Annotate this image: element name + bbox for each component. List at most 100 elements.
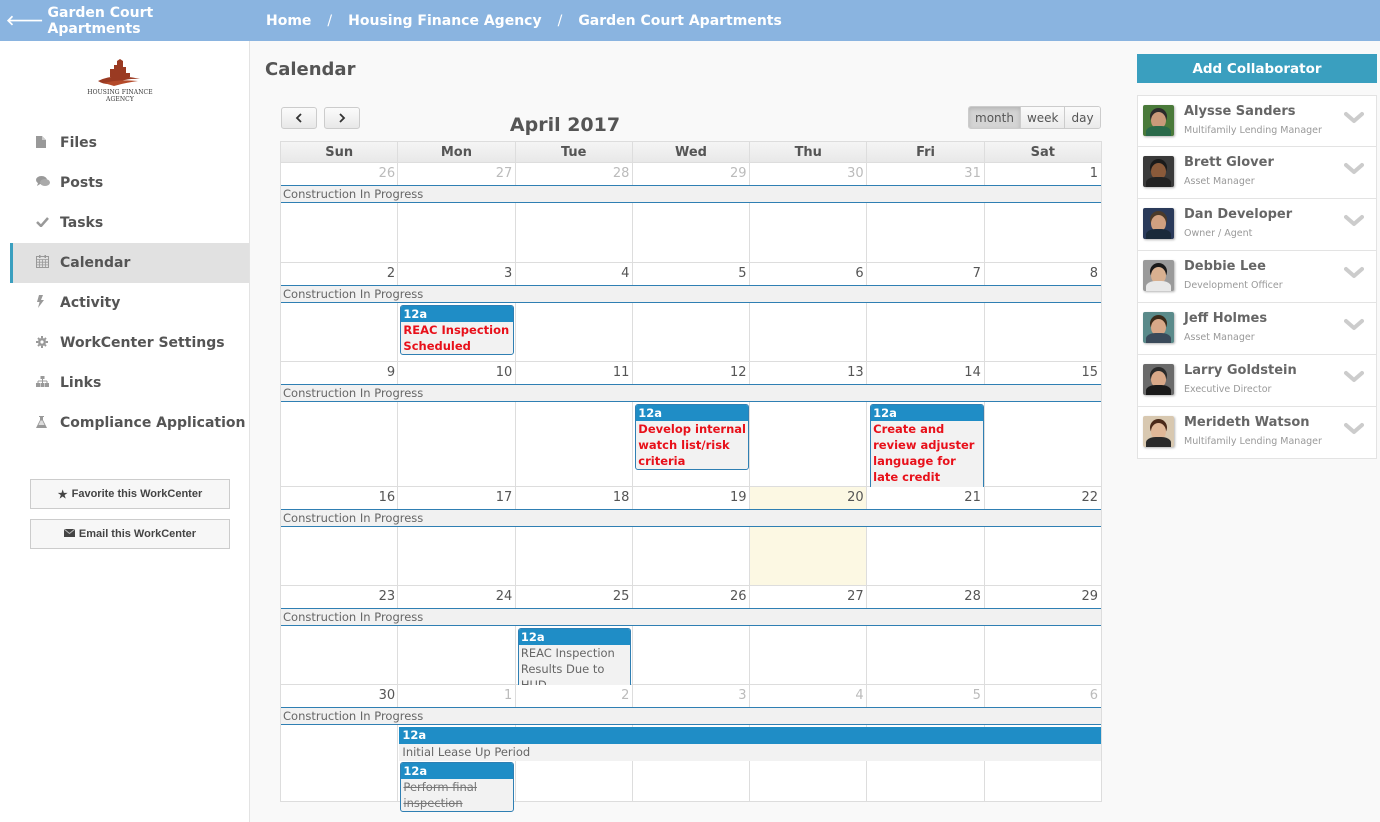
collaborator-item[interactable]: Jeff Holmes Asset Manager — [1137, 303, 1377, 355]
collaborator-item[interactable]: Debbie Lee Development Officer — [1137, 251, 1377, 303]
day-number[interactable]: 29 — [984, 586, 1101, 608]
sidebar-item-files[interactable]: Files — [10, 123, 249, 163]
view-day-button[interactable]: day — [1064, 107, 1100, 128]
breadcrumb-property[interactable]: Garden Court Apartments — [578, 13, 782, 29]
event-time: 12a — [401, 763, 513, 779]
day-number[interactable]: 18 — [515, 487, 632, 509]
collaborator-item[interactable]: Alysse Sanders Multifamily Lending Manage… — [1137, 95, 1377, 147]
day-number[interactable]: 30 — [281, 685, 398, 707]
event-title: Initial Lease Up Period — [402, 745, 531, 759]
day-number[interactable]: 3 — [398, 263, 515, 285]
multi-day-event[interactable]: 12a Initial Lease Up Period — [399, 727, 1101, 761]
view-month-button[interactable]: month — [969, 107, 1020, 128]
all-day-event-construction[interactable]: Construction In Progress — [281, 509, 1101, 527]
day-number[interactable]: 5 — [632, 263, 749, 285]
collaborator-item[interactable]: Dan Developer Owner / Agent — [1137, 199, 1377, 251]
day-number[interactable]: 28 — [867, 586, 984, 608]
weekday-header: Sun Mon Tue Wed Thu Fri Sat — [280, 141, 1102, 163]
day-number[interactable]: 27 — [398, 163, 515, 185]
breadcrumb-home[interactable]: Home — [266, 13, 311, 29]
sidebar-item-compliance-application[interactable]: Compliance Application — [10, 403, 249, 443]
favorite-workcenter-button[interactable]: ★ Favorite this WorkCenter — [30, 479, 230, 509]
sidebar-item-tasks[interactable]: Tasks — [10, 203, 249, 243]
chevron-down-icon[interactable] — [1344, 213, 1366, 235]
avatar — [1143, 208, 1174, 239]
day-number[interactable]: 6 — [984, 685, 1101, 707]
collaborator-name: Jeff Holmes — [1184, 311, 1268, 326]
collaborator-item[interactable]: Larry Goldstein Executive Director — [1137, 355, 1377, 407]
day-number[interactable]: 22 — [984, 487, 1101, 509]
day-number[interactable]: 23 — [281, 586, 398, 608]
all-day-event-construction[interactable]: Construction In Progress — [281, 608, 1101, 626]
avatar — [1143, 260, 1174, 291]
event-time: 12a — [399, 727, 1101, 744]
all-day-event-construction[interactable]: Construction In Progress — [281, 285, 1101, 303]
sidebar-item-activity[interactable]: Activity — [10, 283, 249, 323]
day-number[interactable]: 7 — [867, 263, 984, 285]
sidebar-item-calendar[interactable]: Calendar — [10, 243, 249, 283]
day-number[interactable]: 29 — [632, 163, 749, 185]
breadcrumb-separator: / — [327, 12, 333, 29]
day-number[interactable]: 3 — [632, 685, 749, 707]
day-number[interactable]: 21 — [867, 487, 984, 509]
chevron-down-icon[interactable] — [1344, 421, 1366, 443]
day-number[interactable]: 1 — [984, 163, 1101, 185]
day-number[interactable]: 9 — [281, 362, 398, 384]
collaborator-item[interactable]: Merideth Watson Multifamily Lending Manag… — [1137, 407, 1377, 459]
day-number[interactable]: 13 — [750, 362, 867, 384]
day-number[interactable]: 24 — [398, 586, 515, 608]
calendar-event[interactable]: 12a REAC Inspection Scheduled — [400, 305, 514, 355]
all-day-event-construction[interactable]: Construction In Progress — [281, 185, 1101, 203]
sidebar-item-label: Activity — [60, 295, 121, 311]
day-number[interactable]: 5 — [867, 685, 984, 707]
day-number[interactable]: 31 — [867, 163, 984, 185]
day-number[interactable]: 6 — [750, 263, 867, 285]
sidebar-item-workcenter-settings[interactable]: WorkCenter Settings — [10, 323, 249, 363]
day-number[interactable]: 19 — [632, 487, 749, 509]
add-collaborator-button[interactable]: Add Collaborator — [1137, 54, 1377, 83]
day-number[interactable]: 12 — [632, 362, 749, 384]
day-number[interactable]: 16 — [281, 487, 398, 509]
view-week-button[interactable]: week — [1019, 107, 1065, 128]
prev-month-button[interactable] — [281, 107, 317, 129]
email-workcenter-button[interactable]: Email this WorkCenter — [30, 519, 230, 549]
weekday-label: Wed — [631, 142, 749, 162]
day-number[interactable]: 10 — [398, 362, 515, 384]
day-number[interactable]: 17 — [398, 487, 515, 509]
chevron-down-icon[interactable] — [1344, 317, 1366, 339]
day-number[interactable]: 2 — [515, 685, 632, 707]
day-number[interactable]: 26 — [281, 163, 398, 185]
chevron-down-icon[interactable] — [1344, 110, 1366, 132]
sidebar-item-links[interactable]: Links — [10, 363, 249, 403]
day-number[interactable]: 1 — [398, 685, 515, 707]
day-number[interactable]: 8 — [984, 263, 1101, 285]
all-day-event-construction[interactable]: Construction In Progress — [281, 384, 1101, 402]
day-number[interactable]: 26 — [632, 586, 749, 608]
next-month-button[interactable] — [324, 107, 360, 129]
day-number[interactable]: 30 — [750, 163, 867, 185]
day-number[interactable]: 15 — [984, 362, 1101, 384]
chevron-down-icon[interactable] — [1344, 369, 1366, 391]
back-link[interactable]: 🡐 Garden Court Apartments — [0, 0, 249, 41]
sidebar-item-posts[interactable]: Posts — [10, 163, 249, 203]
chevron-down-icon[interactable] — [1344, 161, 1366, 183]
day-number[interactable]: 25 — [515, 586, 632, 608]
day-number[interactable]: 28 — [515, 163, 632, 185]
calendar-event[interactable]: 12a Perform final inspection — [400, 762, 514, 812]
day-number[interactable]: 4 — [750, 685, 867, 707]
day-number[interactable]: 14 — [867, 362, 984, 384]
calendar-event[interactable]: 12a Develop internal watch list/risk crit… — [635, 404, 749, 470]
all-day-event-construction[interactable]: Construction In Progress — [281, 707, 1101, 725]
day-number[interactable]: 27 — [750, 586, 867, 608]
day-numbers: 23 24 25 26 27 28 29 — [281, 586, 1101, 608]
collaborator-item[interactable]: Brett Glover Asset Manager — [1137, 147, 1377, 199]
day-number[interactable]: 20 — [750, 487, 867, 509]
day-number[interactable]: 11 — [515, 362, 632, 384]
chevron-down-icon[interactable] — [1344, 265, 1366, 287]
day-numbers: 26 27 28 29 30 31 1 — [281, 163, 1101, 185]
day-numbers: 30 1 2 3 4 5 6 — [281, 685, 1101, 707]
day-number[interactable]: 2 — [281, 263, 398, 285]
breadcrumb-agency[interactable]: Housing Finance Agency — [348, 13, 541, 29]
avatar — [1143, 416, 1174, 447]
day-number[interactable]: 4 — [515, 263, 632, 285]
